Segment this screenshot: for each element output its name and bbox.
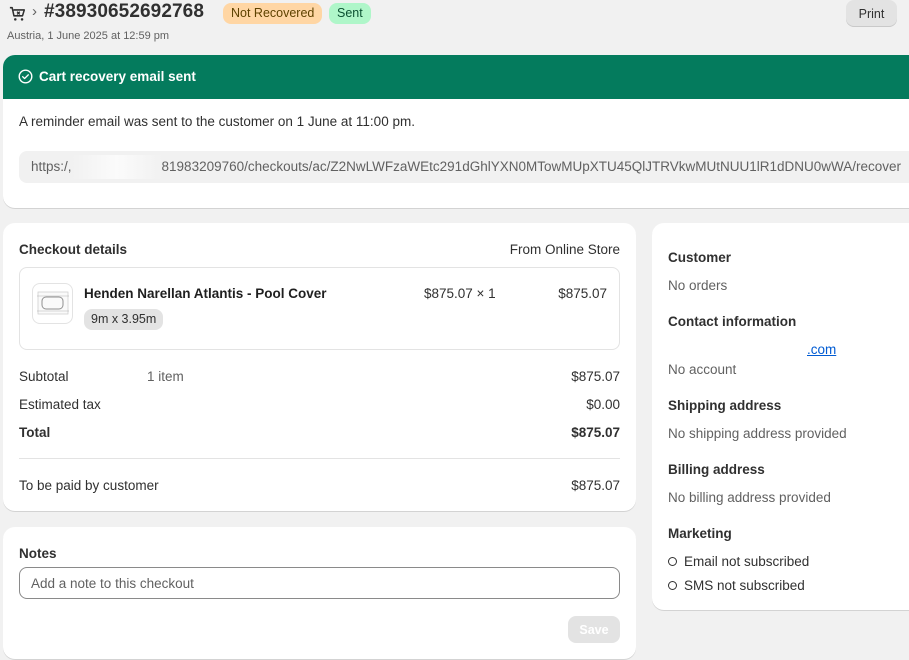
subtotal-count: 1 item [147,369,184,384]
email-status-dot-icon [668,557,677,566]
recovery-banner: Cart recovery email sent A reminder emai… [3,55,909,208]
recovery-url-field[interactable]: https:/, 81983209760/checkouts/ac/Z2NwLWF… [19,151,909,183]
total-label: Total [19,425,51,440]
billing-title: Billing address [668,462,765,477]
shipping-value: No shipping address provided [668,426,847,441]
breadcrumb-chevron-icon: › [32,3,37,20]
line-total: $875.07 [558,286,607,301]
print-button[interactable]: Print [846,0,897,27]
url-prefix: https:/, [31,159,72,174]
contact-title: Contact information [668,314,797,329]
redacted-area [71,155,162,180]
tax-value: $0.00 [586,397,620,412]
line-item: Henden Narellan Atlantis - Pool Cover 9m… [19,267,620,350]
page-subtitle: Austria, 1 June 2025 at 12:59 pm [7,30,170,42]
to-pay-label: To be paid by customer [19,478,159,493]
notes-card: Notes Save [3,527,636,659]
sms-subscription-status: SMS not subscribed [684,578,805,593]
save-button[interactable]: Save [568,616,620,643]
banner-message: A reminder email was sent to the custome… [19,114,415,129]
abandoned-cart-icon [9,6,26,21]
checkout-source: From Online Store [509,242,620,257]
subtotal-value: $875.07 [571,369,620,384]
customer-title: Customer [668,250,732,265]
marketing-title: Marketing [668,526,732,541]
subtotal-label: Subtotal [19,369,69,384]
shipping-title: Shipping address [668,398,782,413]
page-header: › #38930652692768 Not Recovered Sent Aus… [0,0,909,50]
url-rest: 81983209760/checkouts/ac/Z2NwLWFzaWEtc29… [161,159,902,174]
tax-label: Estimated tax [19,397,101,412]
total-value: $875.07 [571,425,620,440]
customer-card: Customer No orders Contact information .… [652,223,909,610]
product-thumbnail[interactable] [32,283,73,324]
customer-account: No account [668,362,737,377]
customer-orders: No orders [668,278,728,293]
unit-price-quantity: $875.07 × 1 [424,286,496,301]
sms-status-dot-icon [668,581,677,590]
page-title: #38930652692768 [44,1,205,22]
email-subscription-status: Email not subscribed [684,554,810,569]
billing-value: No billing address provided [668,490,831,505]
pool-cover-image-icon [37,291,69,315]
to-pay-value: $875.07 [571,478,620,493]
banner-title: Cart recovery email sent [39,69,196,84]
banner-header: Cart recovery email sent [3,55,909,99]
notes-title: Notes [19,546,57,561]
divider [19,458,620,459]
check-circle-icon [18,69,33,84]
checkout-details-card: Checkout details From Online Store Hende… [3,223,636,511]
checkout-details-title: Checkout details [19,242,128,257]
customer-email-link[interactable]: .com [807,342,836,357]
note-input[interactable] [19,567,620,599]
product-name[interactable]: Henden Narellan Atlantis - Pool Cover [84,286,327,301]
email-status-badge: Sent [329,3,371,24]
recovery-status-badge: Not Recovered [223,3,323,24]
variant-badge: 9m x 3.95m [84,309,164,330]
